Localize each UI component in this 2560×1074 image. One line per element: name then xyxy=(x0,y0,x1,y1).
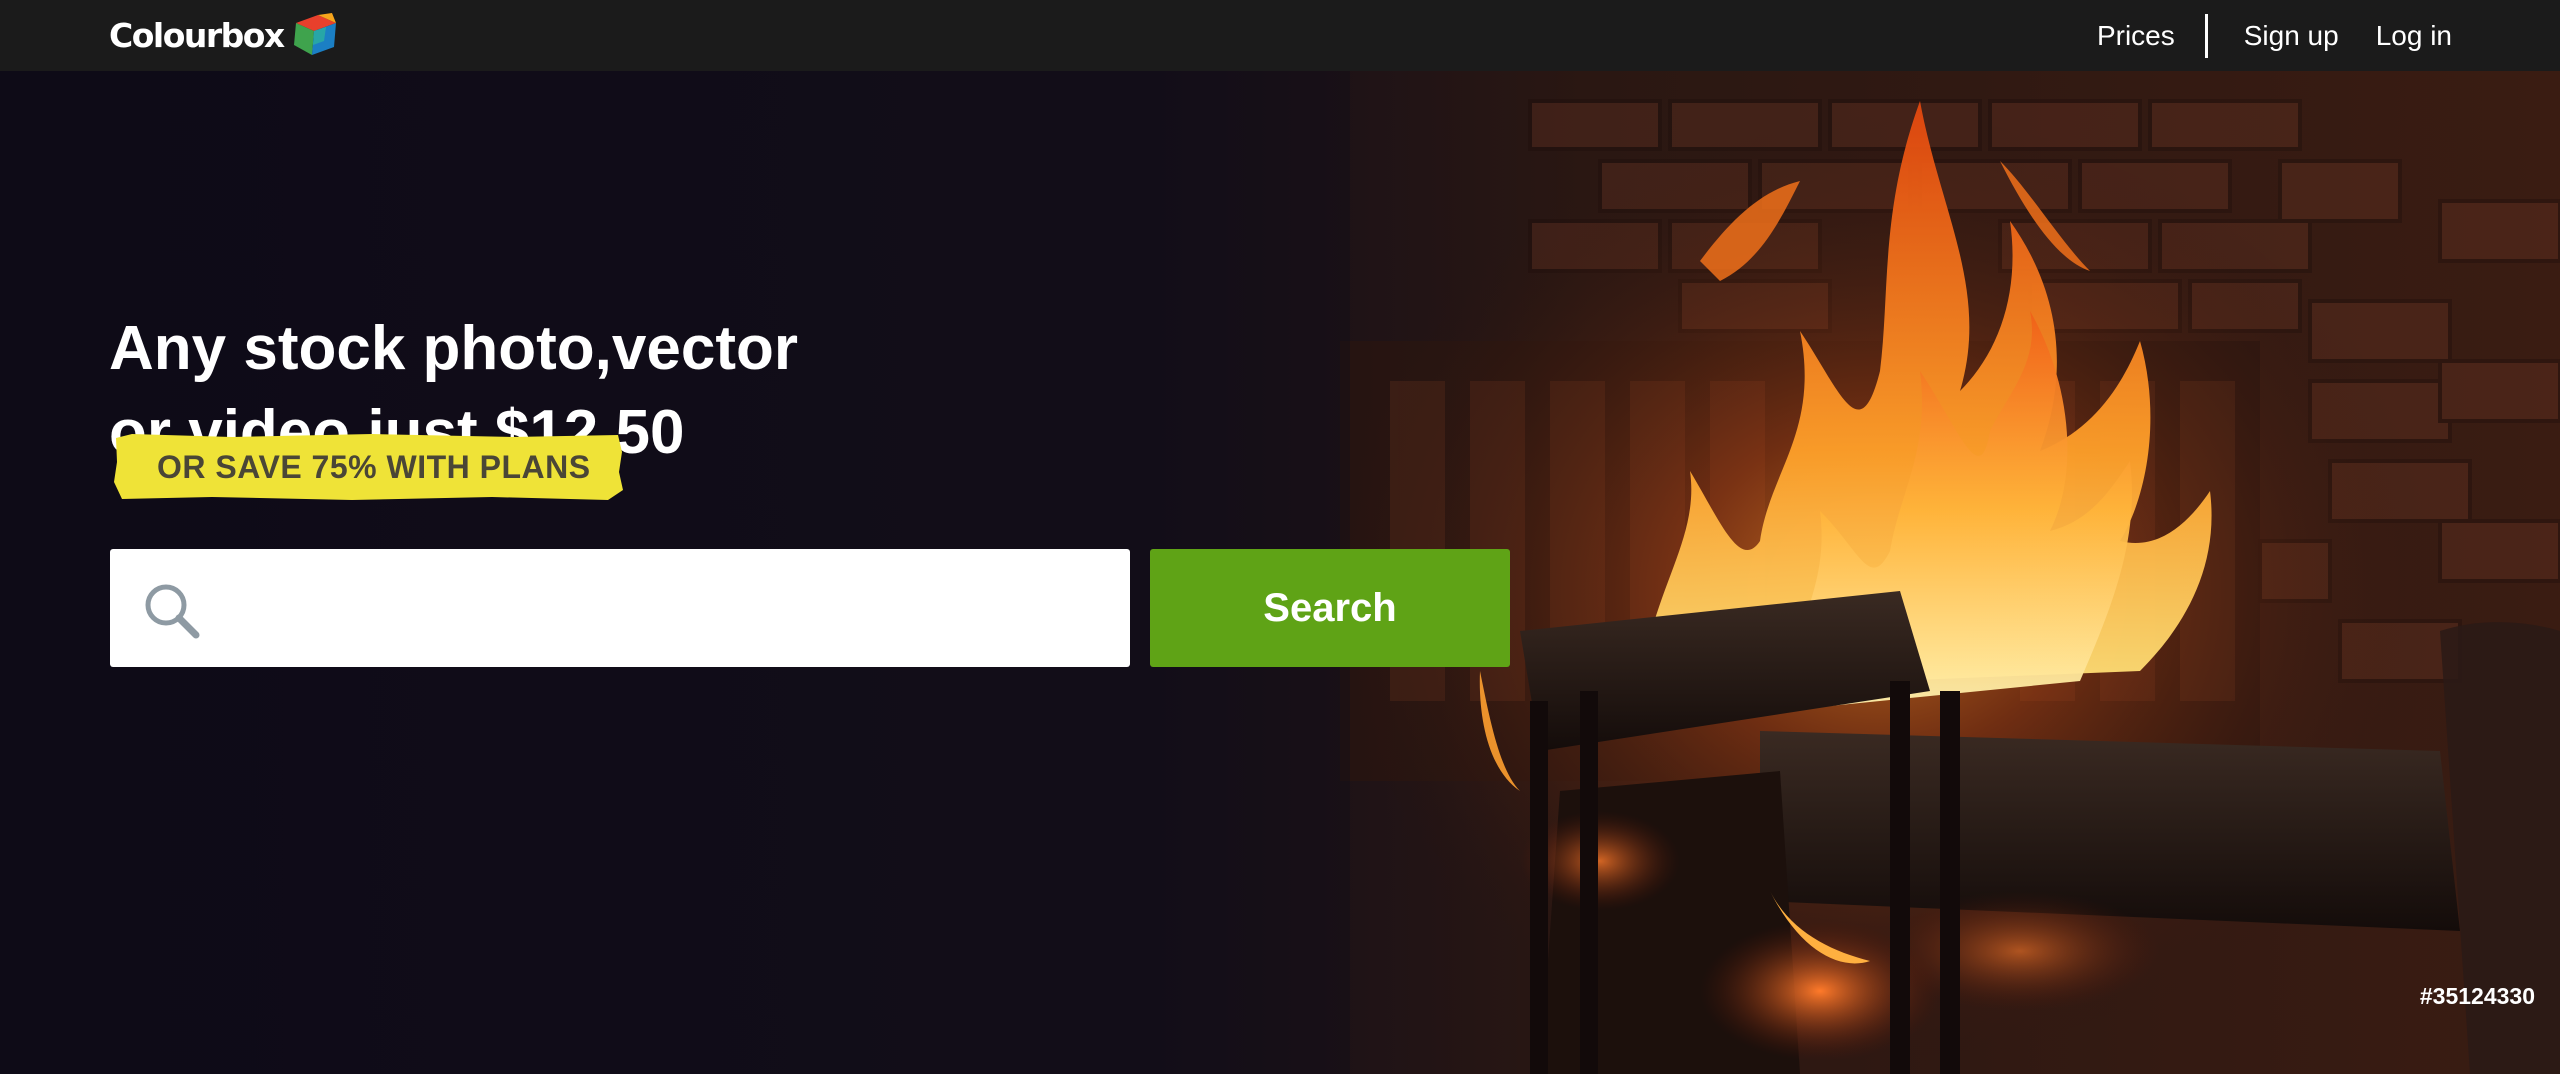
search-box[interactable] xyxy=(110,549,1130,667)
search-icon xyxy=(145,584,200,639)
search-input[interactable] xyxy=(230,569,1110,647)
search-button[interactable]: Search xyxy=(1150,549,1510,667)
nav-login-link[interactable]: Log in xyxy=(2376,20,2452,52)
logo-text: Colourbox xyxy=(109,15,285,55)
nav-signup-link[interactable]: Sign up xyxy=(2244,20,2339,52)
nav-prices-link[interactable]: Prices xyxy=(2097,20,2175,52)
colourbox-logo[interactable]: Colourbox xyxy=(109,10,340,60)
top-navigation-bar: Colourbox Prices Sign up Log in xyxy=(0,0,2560,71)
headline-line-1: Any stock photo,vector xyxy=(109,314,798,383)
main-nav: Prices Sign up Log in xyxy=(2097,14,2452,58)
save-with-plans-banner[interactable]: OR SAVE 75% WITH PLANS xyxy=(112,432,624,502)
promo-text: OR SAVE 75% WITH PLANS xyxy=(157,449,591,485)
nav-divider xyxy=(2204,14,2208,58)
logo-cube-icon xyxy=(293,13,336,55)
image-id-label: #35124330 xyxy=(2419,983,2535,1009)
